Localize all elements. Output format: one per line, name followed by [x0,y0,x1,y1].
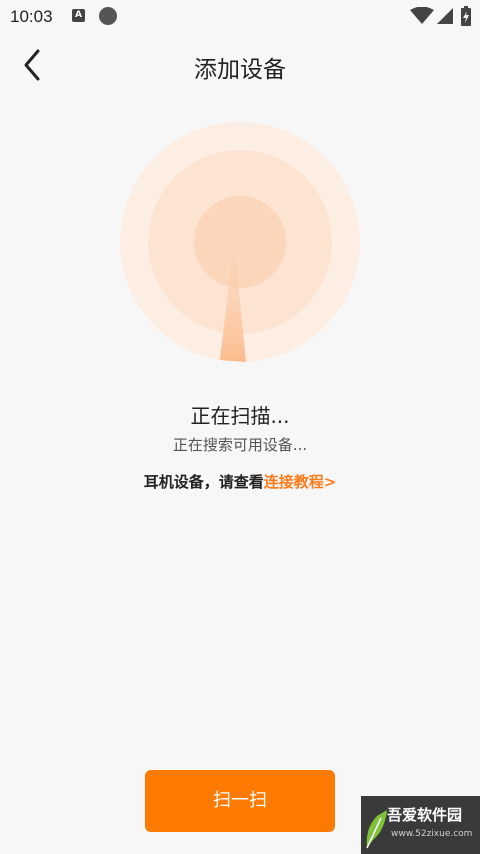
status-bar: 10:03 A [0,0,480,34]
scan-button[interactable]: 扫一扫 [145,770,335,832]
watermark-text: 吾爱软件园 [387,806,463,824]
title-bar: 添加设备 [0,34,480,98]
battery-charging-icon [461,6,471,26]
notification-a-icon: A [72,9,85,22]
leaf-logo-icon [366,810,387,849]
hint-text: 耳机设备，请查看 [143,473,264,491]
watermark-url: www.52zixue.com [391,829,473,839]
radar-scan-animation [120,122,360,362]
signal-icon [437,8,453,24]
watermark-logo: 吾爱软件园 www.52zixue.com [361,796,480,854]
wifi-icon [410,7,434,24]
page-title: 添加设备 [194,57,286,83]
connection-tutorial-link[interactable]: 连接教程> [264,473,337,491]
radar-inner-ring [194,196,286,288]
notification-dot-icon [99,7,117,25]
status-time: 10:03 [10,7,53,26]
scan-status-subtitle: 正在搜索可用设备... [172,436,308,454]
scan-status-title: 正在扫描... [190,404,290,428]
earphone-hint: 耳机设备，请查看连接教程> [0,471,480,492]
